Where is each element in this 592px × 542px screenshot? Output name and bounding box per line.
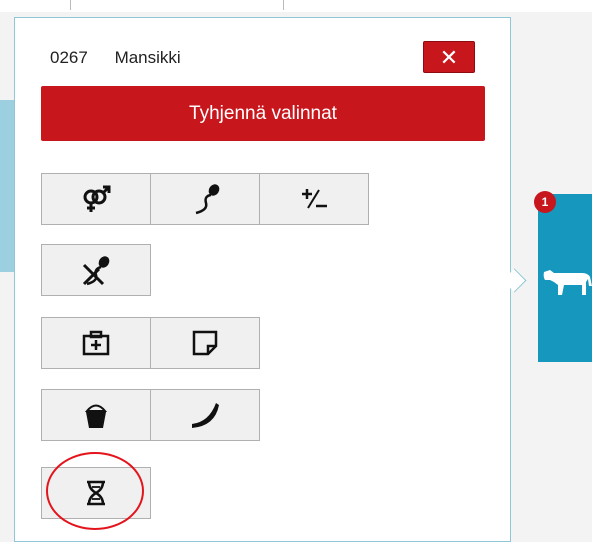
bucket-icon [84, 404, 108, 428]
action-row-2 [41, 244, 151, 296]
action-row-4 [41, 389, 260, 441]
no-insemination-icon [82, 256, 110, 286]
action-row-3 [41, 317, 260, 369]
no-insemination-button[interactable] [41, 244, 151, 296]
insemination-button[interactable] [150, 173, 260, 225]
sperm-icon [195, 184, 220, 215]
cow-icon [543, 270, 592, 295]
background-column-strip [70, 0, 284, 10]
animal-header: 0267 Mansikki [50, 48, 181, 68]
horn-button[interactable] [150, 389, 260, 441]
medical-kit-icon [82, 330, 110, 356]
animal-id: 0267 [50, 48, 88, 67]
highlight-circle [46, 452, 144, 530]
medical-button[interactable] [41, 317, 151, 369]
gender-symbol-icon [83, 185, 111, 212]
animal-name: Mansikki [114, 48, 181, 67]
clear-selections-button[interactable]: Tyhjennä valinnat [41, 86, 485, 141]
note-button[interactable] [150, 317, 260, 369]
background-left-panel [0, 100, 14, 272]
gender-button[interactable] [41, 173, 151, 225]
horn-icon [192, 403, 219, 428]
plus-minus-button[interactable] [259, 173, 369, 225]
plus-minus-icon [302, 189, 327, 209]
note-icon [192, 330, 218, 356]
close-button[interactable]: ✕ [423, 41, 475, 73]
action-row-1 [41, 173, 369, 225]
side-badge: 1 [534, 191, 556, 213]
bucket-button[interactable] [41, 389, 151, 441]
